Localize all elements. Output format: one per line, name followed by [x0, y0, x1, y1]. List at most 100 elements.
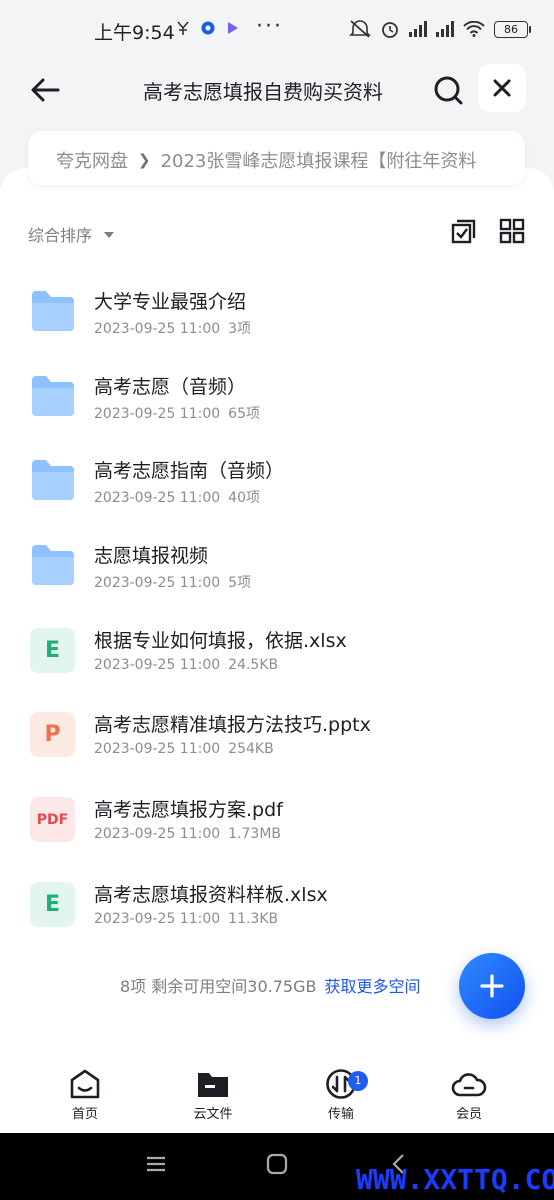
storage-info: 8项 剩余可用空间30.75GB 获取更多空间 — [120, 973, 420, 997]
sort-dropdown[interactable]: 综合排序 — [28, 222, 115, 246]
battery-icon: 86 — [494, 20, 531, 38]
file-row[interactable]: 大学专业最强介绍 2023-09-25 11:00 3项 — [0, 265, 554, 350]
file-name: 高考志愿指南（音频） — [94, 460, 285, 483]
app-icon — [201, 21, 215, 35]
status-icons: 86 — [349, 19, 531, 39]
bottom-nav: 首页 云文件 1 传输 会员 — [0, 1060, 554, 1132]
breadcrumb[interactable]: 夸克网盘 ❯ 2023张雪峰志愿填报课程【附往年资料 — [28, 131, 525, 185]
wifi-icon — [463, 21, 485, 37]
status-bar: 上午9:54 ··· 86 — [0, 0, 554, 60]
file-row[interactable]: E 高考志愿填报资料样板.xlsx 2023-09-25 11:00 11.3KB — [0, 858, 554, 943]
pdf-file-icon: PDF — [30, 797, 75, 843]
signal-icon-2 — [436, 21, 454, 37]
home-system-icon[interactable] — [266, 1153, 288, 1175]
multi-select-button[interactable] — [451, 218, 477, 244]
arrow-left-icon — [31, 78, 60, 102]
file-meta: 2023-09-25 11:00 24.5KB — [94, 657, 278, 673]
notification-icons — [176, 20, 240, 36]
plus-icon — [480, 974, 504, 998]
file-name: 大学专业最强介绍 — [94, 291, 247, 313]
nav-item-member[interactable]: 会员 — [429, 1068, 509, 1122]
nav-label-member: 会员 — [455, 1107, 482, 1122]
file-list: 大学专业最强介绍 2023-09-25 11:00 3项 高考志愿（音频） 2023-0… — [0, 265, 554, 943]
header: 高考志愿填报自费购买资料 — [0, 60, 554, 120]
add-button[interactable] — [459, 953, 525, 1019]
cloud-icon — [451, 1073, 487, 1097]
get-more-space-link[interactable]: 获取更多空间 — [324, 977, 420, 996]
sort-label: 综合排序 — [28, 226, 93, 245]
file-row[interactable]: PDF 高考志愿填报方案.pdf 2023-09-25 11:00 1.73MB — [0, 773, 554, 858]
nav-label-cloud-files: 云文件 — [193, 1107, 233, 1122]
signal-icon — [409, 21, 427, 37]
file-icon: E — [30, 881, 76, 928]
file-info: 40项 — [228, 490, 260, 507]
close-icon — [493, 79, 511, 97]
file-name: 高考志愿填报方案.pdf — [94, 799, 283, 822]
file-info: 24.5KB — [228, 656, 279, 673]
xlsx-file-icon: E — [30, 881, 75, 927]
file-info: 254KB — [228, 741, 274, 758]
alarm-icon — [382, 22, 398, 38]
notification-icon — [177, 21, 189, 35]
search-icon — [434, 76, 463, 105]
file-meta: 2023-09-25 11:00 254KB — [94, 741, 274, 757]
file-row[interactable]: P 高考志愿精准填报方法技巧.pptx 2023-09-25 11:00 254KB — [0, 688, 554, 773]
file-date: 2023-09-25 11:00 — [94, 910, 221, 927]
file-date: 2023-09-25 11:00 — [94, 741, 221, 758]
file-date: 2023-09-25 11:00 — [94, 575, 221, 592]
nav-item-home[interactable]: 首页 — [45, 1068, 125, 1122]
file-meta: 2023-09-25 11:00 1.73MB — [94, 826, 281, 842]
watermark-text: WWW.XXTTQ.COM — [356, 1163, 554, 1196]
file-info: 5项 — [228, 575, 252, 592]
file-row[interactable]: 高考志愿指南（音频） 2023-09-25 11:00 40项 — [0, 434, 554, 519]
xlsx-file-icon: E — [30, 627, 75, 673]
home-icon — [70, 1069, 100, 1099]
file-info: 65项 — [228, 405, 260, 422]
file-meta: 2023-09-25 11:00 40项 — [94, 487, 260, 507]
folder-icon — [198, 1073, 228, 1097]
search-button[interactable] — [430, 72, 466, 108]
file-row[interactable]: E 根据专业如何填报，依据.xlsx 2023-09-25 11:00 24.5KB — [0, 604, 554, 689]
file-name: 志愿填报视频 — [94, 545, 209, 568]
file-row[interactable]: 志愿填报视频 2023-09-25 11:00 5项 — [0, 519, 554, 604]
folder-icon — [32, 545, 74, 586]
file-info: 3项 — [228, 321, 252, 337]
file-name: 根据专业如何填报，依据.xlsx — [94, 629, 347, 652]
file-icon — [30, 289, 76, 335]
file-icon: E — [30, 627, 76, 674]
file-date: 2023-09-25 11:00 — [94, 656, 221, 673]
file-meta: 2023-09-25 11:00 11.3KB — [94, 911, 278, 927]
close-button[interactable] — [478, 64, 526, 112]
mute-icon — [349, 20, 371, 38]
status-time: 上午9:54 — [94, 22, 175, 44]
folder-icon — [32, 375, 74, 416]
file-info: 1.73MB — [228, 826, 282, 843]
folder-icon — [32, 460, 74, 501]
file-name: 高考志愿（音频） — [94, 375, 247, 398]
storage-summary: 8项 剩余可用空间30.75GB — [120, 977, 317, 996]
pptx-file-icon: P — [30, 712, 75, 758]
grid-view-button[interactable] — [499, 218, 525, 244]
file-meta: 2023-09-25 11:00 65项 — [94, 403, 260, 423]
folder-icon — [32, 291, 74, 331]
chevron-right-icon: ❯ — [138, 151, 151, 169]
breadcrumb-root[interactable]: 夸克网盘 — [56, 147, 128, 173]
file-meta: 2023-09-25 11:00 3项 — [94, 318, 251, 338]
nav-label-home: 首页 — [71, 1107, 98, 1122]
file-row[interactable]: 高考志愿（音频） 2023-09-25 11:00 65项 — [0, 350, 554, 435]
caret-down-icon — [104, 232, 115, 238]
nav-item-cloud-files[interactable]: 云文件 — [173, 1068, 253, 1122]
back-button[interactable] — [28, 72, 64, 108]
recent-apps-icon[interactable] — [145, 1153, 167, 1175]
nav-label-transfer: 传输 — [327, 1107, 354, 1122]
file-info: 11.3KB — [228, 910, 279, 927]
file-date: 2023-09-25 11:00 — [94, 405, 221, 422]
file-icon: P — [30, 712, 76, 758]
nav-item-transfer[interactable]: 1 传输 — [301, 1068, 381, 1122]
play-icon — [228, 22, 238, 34]
file-date: 2023-09-25 11:00 — [94, 826, 221, 843]
file-date: 2023-09-25 11:00 — [94, 490, 221, 507]
breadcrumb-current[interactable]: 2023张雪峰志愿填报课程【附往年资料 — [161, 147, 477, 173]
checklist-icon — [451, 219, 476, 244]
file-icon — [30, 543, 76, 589]
